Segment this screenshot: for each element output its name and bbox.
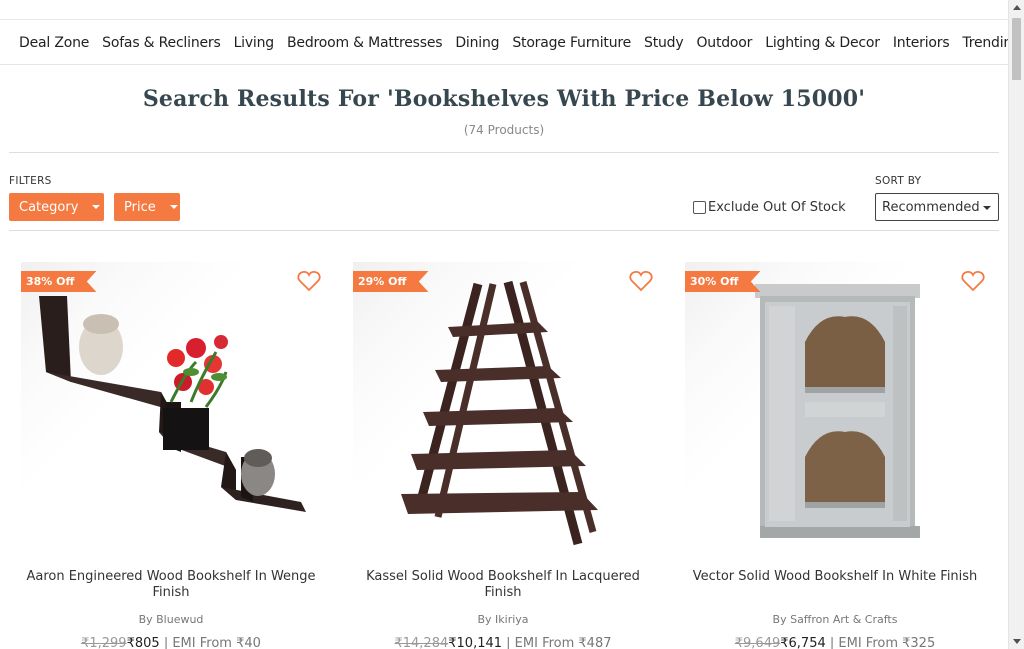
exclude-out-of-stock-toggle[interactable]: Exclude Out Of Stock: [693, 200, 846, 215]
exclude-out-of-stock-checkbox[interactable]: [693, 201, 706, 214]
sale-price: ₹10,141: [448, 636, 503, 649]
product-price: ₹9,649₹6,754 | EMI From ₹325: [685, 636, 985, 649]
nav-item-sofas-recliners[interactable]: Sofas & Recliners: [102, 35, 221, 51]
product-name[interactable]: Aaron Engineered Wood Bookshelf In Wenge…: [21, 569, 321, 601]
heart-outline-icon[interactable]: [297, 270, 321, 292]
product-card[interactable]: 30% Off Vector Solid Wood Bookshelf In W…: [685, 262, 985, 649]
emi-text: | EMI From ₹487: [506, 636, 612, 649]
sort-select[interactable]: Recommended: [875, 193, 999, 221]
chevron-down-icon: [92, 205, 101, 209]
category-filter-label: Category: [19, 199, 79, 215]
sort-selected-value: Recommended: [882, 199, 980, 215]
discount-badge: 30% Off: [685, 271, 761, 292]
page-title: Search Results For 'Bookshelves With Pri…: [142, 86, 866, 112]
product-name[interactable]: Kassel Solid Wood Bookshelf In Lacquered…: [353, 569, 653, 601]
nav-item-deal-zone[interactable]: Deal Zone: [19, 35, 89, 51]
category-filter-button[interactable]: Category: [9, 193, 104, 221]
original-price: ₹1,299: [81, 636, 127, 649]
product-card[interactable]: 29% Off Kassel Solid Wood Bookshelf In L…: [353, 262, 653, 649]
emi-text: | EMI From ₹40: [163, 636, 261, 649]
nav-item-storage-furniture[interactable]: Storage Furniture: [512, 35, 631, 51]
discount-badge: 38% Off: [21, 271, 97, 292]
product-image[interactable]: 29% Off: [353, 262, 653, 552]
original-price: ₹9,649: [734, 636, 781, 649]
chevron-down-icon: [983, 206, 991, 210]
sale-price: ₹6,754: [780, 636, 826, 649]
product-image[interactable]: 30% Off: [685, 262, 985, 552]
sale-price: ₹805: [126, 636, 160, 649]
product-brand[interactable]: By Ikiriya: [353, 613, 653, 626]
product-card[interactable]: 38% Off Aaron Engineered Wood Bookshelf …: [21, 262, 321, 649]
sort-label: SORT BY: [875, 175, 922, 187]
chevron-down-icon: [169, 205, 178, 209]
product-name[interactable]: Vector Solid Wood Bookshelf In White Fin…: [685, 569, 985, 585]
nav-item-dining[interactable]: Dining: [455, 35, 499, 51]
divider: [9, 152, 999, 153]
price-filter-button[interactable]: Price: [114, 193, 180, 221]
nav-item-outdoor[interactable]: Outdoor: [696, 35, 752, 51]
original-price: ₹14,284: [394, 636, 449, 649]
exclude-out-of-stock-label: Exclude Out Of Stock: [708, 200, 846, 215]
product-brand[interactable]: By Saffron Art & Crafts: [685, 613, 985, 626]
product-price: ₹14,284₹10,141 | EMI From ₹487: [353, 636, 653, 649]
bookshelf-illustration: [755, 284, 920, 538]
product-count: (74 Products): [463, 123, 545, 137]
emi-text: | EMI From ₹325: [829, 636, 936, 649]
scroll-down-arrow-icon[interactable]: [1013, 639, 1021, 644]
top-bar: [0, 0, 1008, 20]
product-brand[interactable]: By Bluewud: [21, 613, 321, 626]
bookshelf-illustration: [401, 280, 598, 546]
nav-item-living[interactable]: Living: [234, 35, 275, 51]
page: Deal Zone Sofas & Recliners Living Bedro…: [0, 0, 1024, 649]
product-image[interactable]: 38% Off: [21, 262, 321, 552]
heart-outline-icon[interactable]: [961, 270, 985, 292]
category-nav: Deal Zone Sofas & Recliners Living Bedro…: [0, 21, 1021, 65]
bookshelf-illustration: [39, 296, 306, 512]
nav-item-interiors[interactable]: Interiors: [893, 35, 950, 51]
filters-label: FILTERS: [9, 175, 52, 187]
scrollbar-thumb[interactable]: [1012, 18, 1021, 80]
product-price: ₹1,299₹805 | EMI From ₹40: [21, 636, 321, 649]
nav-item-study[interactable]: Study: [644, 35, 684, 51]
heart-outline-icon[interactable]: [629, 270, 653, 292]
divider: [9, 230, 999, 231]
price-filter-label: Price: [124, 199, 156, 215]
nav-item-bedroom-mattresses[interactable]: Bedroom & Mattresses: [287, 35, 443, 51]
discount-badge: 29% Off: [353, 271, 429, 292]
scroll-up-arrow-icon[interactable]: [1013, 5, 1021, 10]
nav-item-lighting-decor[interactable]: Lighting & Decor: [765, 35, 880, 51]
vertical-scrollbar[interactable]: [1008, 0, 1024, 649]
